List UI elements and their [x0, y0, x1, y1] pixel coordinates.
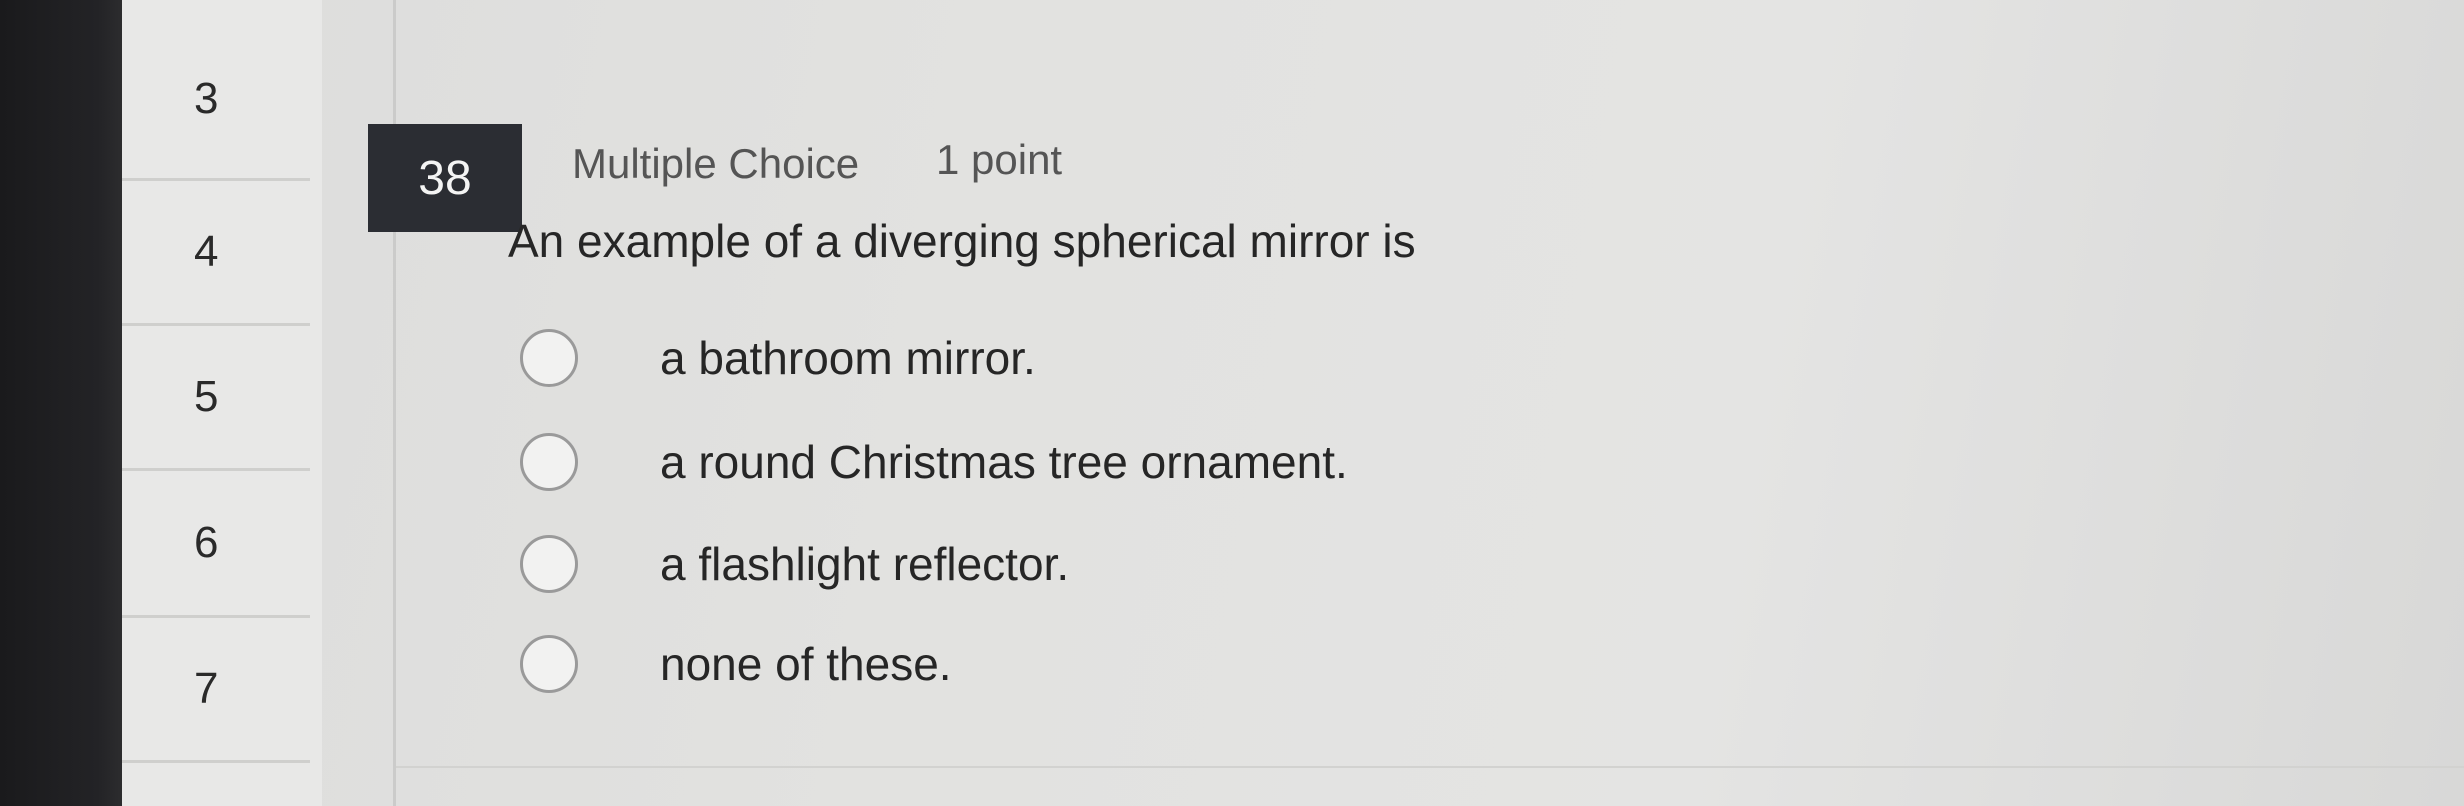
question-type-label: Multiple Choice: [572, 140, 860, 187]
nav-item-number: 7: [194, 664, 219, 713]
question-prompt: An example of a diverging spherical mirr…: [508, 215, 1416, 267]
content-divider: [393, 0, 396, 806]
nav-item-question-7[interactable]: 7: [122, 618, 310, 763]
nav-item-question-6[interactable]: 6: [122, 471, 310, 618]
radio-circle-icon[interactable]: [520, 329, 578, 387]
answer-option-label: none of these.: [660, 638, 952, 690]
question-points-label: 1 point: [936, 136, 1063, 183]
answer-option-3[interactable]: a flashlight reflector.: [520, 528, 1069, 600]
answer-option-label: a bathroom mirror.: [660, 332, 1036, 384]
radio-circle-icon[interactable]: [520, 433, 578, 491]
radio-circle-icon[interactable]: [520, 535, 578, 593]
radio-circle-icon[interactable]: [520, 635, 578, 693]
content-bottom-divider: [396, 766, 2464, 768]
nav-item-number: 5: [194, 372, 219, 421]
screen-bezel: [0, 0, 122, 806]
answer-option-1[interactable]: a bathroom mirror.: [520, 322, 1036, 394]
nav-item-question-4[interactable]: 4: [122, 181, 310, 326]
nav-item-question-5[interactable]: 5: [122, 326, 310, 471]
nav-item-number: 6: [194, 518, 219, 567]
nav-item-number: 3: [194, 74, 219, 123]
nav-item-question-3[interactable]: 3: [122, 0, 310, 181]
answer-option-4[interactable]: none of these.: [520, 628, 952, 700]
answer-option-2[interactable]: a round Christmas tree ornament.: [520, 426, 1348, 498]
answer-option-label: a round Christmas tree ornament.: [660, 436, 1348, 488]
nav-item-number: 4: [194, 227, 219, 276]
question-number-badge: 38: [368, 124, 522, 232]
answer-option-label: a flashlight reflector.: [660, 538, 1070, 590]
